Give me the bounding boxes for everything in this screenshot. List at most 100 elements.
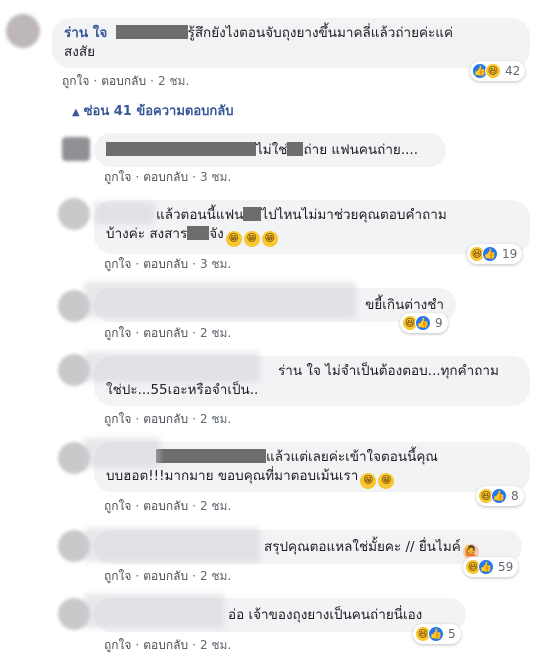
like-icon: 👍 — [428, 626, 444, 642]
avatar[interactable] — [6, 14, 40, 48]
timestamp[interactable]: 2 ชม. — [200, 499, 231, 513]
reaction-summary[interactable]: 😆 👍 19 — [467, 244, 523, 264]
like-link[interactable]: ถูกใจ — [104, 499, 131, 513]
separator: · — [192, 170, 196, 184]
like-link[interactable]: ถูกใจ — [104, 326, 131, 340]
separator: · — [135, 170, 140, 184]
like-icon: 👍 — [478, 559, 494, 575]
reply-text: ไม่ใช่ — [256, 142, 288, 158]
separator: · — [135, 257, 140, 271]
separator: · — [192, 638, 196, 652]
reply-text: อ่อ เจ้าของถุงยางเป็นคนถ่ายนี่เอง — [228, 607, 423, 623]
chevron-up-icon: ▲ — [72, 107, 80, 118]
timestamp[interactable]: 2 ชม. — [200, 326, 231, 340]
reply-text: ขยี้เกินต่างชำ — [365, 297, 444, 313]
reaction-count: 8 — [511, 489, 519, 503]
reaction-summary[interactable]: 😆 👍 9 — [400, 313, 448, 333]
reply-link[interactable]: ตอบกลับ — [143, 257, 188, 271]
timestamp[interactable]: 2 ชม. — [200, 412, 231, 426]
like-link[interactable]: ถูกใจ — [104, 257, 131, 271]
reaction-summary[interactable]: 😆 👍 5 — [413, 624, 461, 644]
comment-actions: ถูกใจ · ตอบกลับ · 2 ชม. — [62, 72, 189, 91]
like-link[interactable]: ถูกใจ — [104, 638, 131, 652]
reply-bubble: ไม่ใช่ ถ่าย แฟนคนถ่าย.... — [94, 133, 446, 167]
blurred-name — [84, 528, 260, 562]
reply-link[interactable]: ตอบกลับ — [143, 412, 188, 426]
separator: · — [150, 74, 154, 88]
reply-actions: ถูกใจ · ตอบกลับ · 2 ชม. — [104, 410, 231, 429]
reply-text: แล้วตอนนี้แฟน — [156, 207, 244, 223]
like-link[interactable]: ถูกใจ — [104, 170, 131, 184]
timestamp[interactable]: 3 ชม. — [200, 170, 231, 184]
redacted-word — [287, 142, 304, 156]
timestamp[interactable]: 2 ชม. — [200, 569, 231, 583]
reply-text: สรุปคุณตอแหลใช่มั้ยคะ // ยื่นไมค์ — [264, 539, 461, 555]
reply-text: ร่าน ใจ ไม่จำเป็นต้องตอบ...ทุกคำถาม — [278, 363, 499, 379]
blurred-name — [84, 352, 260, 382]
separator: · — [135, 499, 140, 513]
reply-link[interactable]: ตอบกลับ — [143, 638, 188, 652]
reaction-summary[interactable]: 😆 👍 59 — [463, 557, 519, 577]
like-link[interactable]: ถูกใจ — [104, 569, 131, 583]
reply-text: แล้วแต่เลยค่ะเข้าใจตอนนี้คุณ — [266, 449, 438, 465]
hide-replies-link[interactable]: ▲ ซ่อน 41 ข้อความตอบกลับ — [72, 100, 234, 121]
reply-link[interactable]: ตอบกลับ — [143, 569, 188, 583]
commenter-name[interactable]: ร่าน ใจ — [64, 25, 107, 41]
redacted-name — [115, 25, 188, 39]
comment-text-line2: สงสัย — [64, 44, 95, 60]
grin-emoji-icon: 😁 — [225, 231, 242, 247]
avatar[interactable] — [62, 137, 90, 161]
separator: · — [192, 569, 196, 583]
reply-link[interactable]: ตอบกลับ — [143, 499, 188, 513]
separator: · — [93, 74, 98, 88]
reply-actions: ถูกใจ · ตอบกลับ · 3 ชม. — [104, 255, 231, 274]
reply-text-cont: ไปไหนไม่มาช่วยคุณตอบคำถาม — [261, 207, 447, 223]
timestamp[interactable]: 3 ชม. — [200, 257, 231, 271]
separator: · — [135, 638, 140, 652]
reaction-summary[interactable]: 😆 👍 8 — [476, 486, 524, 506]
like-link[interactable]: ถูกใจ — [104, 412, 131, 426]
grin-emoji-icon: 😁 — [243, 231, 260, 247]
like-icon: 👍 — [482, 246, 498, 262]
like-icon: 👍 — [415, 315, 431, 331]
redacted-name — [156, 449, 266, 463]
blurred-name — [84, 594, 224, 628]
reply-link[interactable]: ตอบกลับ — [101, 74, 146, 88]
separator: · — [192, 326, 196, 340]
redacted-word — [187, 226, 210, 240]
separator: · — [192, 499, 196, 513]
separator: · — [135, 326, 140, 340]
separator: · — [192, 412, 196, 426]
comment-text: รู้สึกยังไงตอนจับถุงยางขึ้นมาคลี่แล้วถ่า… — [187, 25, 454, 41]
reply-actions: ถูกใจ · ตอบกลับ · 2 ชม. — [104, 636, 231, 655]
reply-text-cont: ถ่าย แฟนคนถ่าย.... — [303, 142, 418, 158]
blurred-name — [94, 202, 154, 224]
reaction-count: 5 — [448, 627, 456, 641]
reply-actions: ถูกใจ · ตอบกลับ · 3 ชม. — [104, 168, 231, 187]
comment-bubble: ร่าน ใจ รู้สึกยังไงตอนจับถุงยางขึ้นมาคลี… — [52, 18, 530, 68]
haha-icon: 😆 — [485, 63, 501, 79]
avatar[interactable] — [58, 198, 90, 230]
reply-actions: ถูกใจ · ตอบกลับ · 2 ชม. — [104, 567, 231, 586]
reply-actions: ถูกใจ · ตอบกลับ · 2 ชม. — [104, 497, 231, 516]
separator: · — [135, 569, 140, 583]
reply-link[interactable]: ตอบกลับ — [143, 326, 188, 340]
blurred-name — [84, 438, 160, 468]
reaction-summary[interactable]: 👍 😆 42 — [470, 61, 526, 81]
reaction-count: 59 — [498, 560, 514, 574]
redacted-word — [243, 207, 262, 221]
reaction-count: 9 — [435, 316, 443, 330]
hide-replies-label: ซ่อน 41 ข้อความตอบกลับ — [83, 104, 234, 119]
reply-link[interactable]: ตอบกลับ — [143, 170, 188, 184]
reply-text-line2-cont: จัง — [209, 226, 224, 242]
reaction-count: 42 — [505, 64, 521, 78]
reply-bubble: แล้วตอนนี้แฟน ไปไหนไม่มาช่วยคุณตอบคำถาม บ… — [94, 200, 530, 254]
separator: · — [192, 257, 196, 271]
timestamp[interactable]: 2 ชม. — [158, 74, 189, 88]
like-icon: 👍 — [491, 488, 507, 504]
reply-text-line2: ใช่ปะ...55เอะหรือจำเป็น.. — [106, 382, 259, 398]
separator: · — [135, 412, 140, 426]
timestamp[interactable]: 2 ชม. — [200, 638, 231, 652]
like-link[interactable]: ถูกใจ — [62, 74, 89, 88]
grin-emoji-icon: 😁 — [261, 231, 278, 247]
